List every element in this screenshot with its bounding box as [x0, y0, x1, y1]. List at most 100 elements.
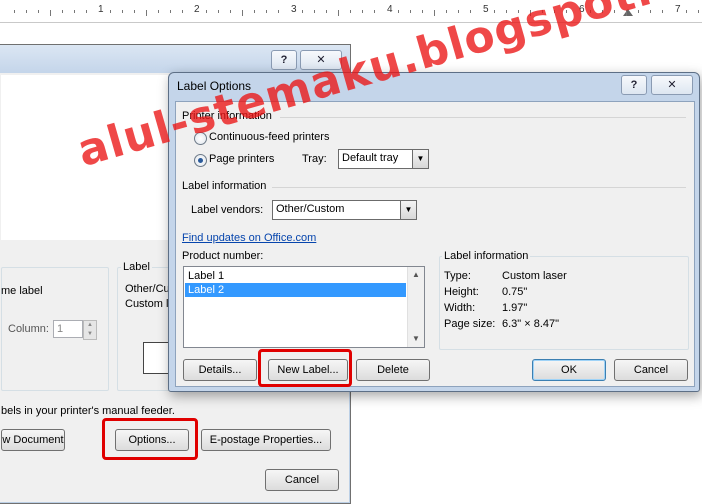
ruler-number: 3 — [291, 4, 297, 15]
ruler-tick — [374, 10, 375, 13]
continuous-feed-label[interactable]: Continuous-feed printers — [209, 131, 329, 143]
product-number-label: Product number: — [182, 250, 264, 262]
scroll-up-icon[interactable]: ▲ — [408, 267, 424, 283]
ruler-tick — [242, 10, 243, 16]
ruler-tick — [110, 10, 111, 13]
ruler-tick — [14, 10, 15, 13]
ruler-tick — [146, 10, 147, 16]
detail-value: Custom laser — [502, 270, 567, 282]
ruler-tick — [302, 10, 303, 13]
column-field[interactable]: 1 — [53, 320, 83, 338]
ok-button[interactable]: OK — [532, 359, 606, 381]
page-printers-label[interactable]: Page printers — [209, 153, 274, 165]
ruler-tick — [122, 10, 123, 13]
label-preview-image[interactable] — [143, 342, 169, 374]
divider — [272, 187, 686, 188]
ruler-number: 1 — [98, 4, 104, 15]
delete-button[interactable]: Delete — [356, 359, 430, 381]
list-item-selected[interactable]: Label 2 — [185, 283, 406, 297]
right-indent-marker-icon[interactable] — [623, 9, 633, 16]
dialog-title: Label Options — [177, 79, 252, 93]
chevron-down-icon[interactable]: ▼ — [400, 201, 416, 219]
label-details-heading: Label information — [442, 250, 531, 262]
ruler-tick — [158, 10, 159, 13]
list-item[interactable]: Label 1 — [185, 269, 406, 283]
ruler-tick — [62, 10, 63, 13]
ruler-tick — [254, 10, 255, 13]
dialog-titlebar — [0, 45, 350, 73]
ruler-tick — [506, 10, 507, 13]
ruler-tick — [218, 10, 219, 13]
ruler-tick — [614, 10, 615, 13]
ruler-tick — [542, 10, 543, 13]
ruler-tick — [74, 10, 75, 13]
horizontal-ruler[interactable]: 1 2 3 4 5 6 7 — [0, 0, 702, 23]
continuous-feed-radio[interactable] — [194, 132, 207, 145]
ruler-number: 2 — [194, 4, 200, 15]
label-information-heading: Label information — [182, 180, 267, 192]
ruler-tick — [182, 10, 183, 13]
detail-key: Type: — [444, 270, 471, 282]
printer-information-heading: Printer information — [182, 110, 272, 122]
detail-value: 6.3" × 8.47" — [502, 318, 560, 330]
ruler-tick — [470, 10, 471, 13]
ruler-tick — [590, 10, 591, 13]
tray-label: Tray: — [302, 153, 327, 165]
dialog-body: Printer information Continuous-feed prin… — [175, 101, 695, 387]
ruler-tick — [686, 10, 687, 13]
full-page-label-option[interactable]: me label — [1, 285, 43, 297]
ruler-tick — [494, 10, 495, 13]
product-number-list[interactable]: Label 1 Label 2 ▲ ▼ — [183, 266, 425, 348]
ruler-tick — [518, 10, 519, 13]
ruler-tick — [698, 10, 699, 13]
ruler-tick — [626, 10, 627, 16]
help-icon[interactable]: ? — [271, 50, 297, 70]
close-icon[interactable]: ✕ — [651, 75, 693, 95]
ruler-tick — [38, 10, 39, 13]
ruler-tick — [26, 10, 27, 13]
ruler-tick — [446, 10, 447, 13]
ruler-tick — [350, 10, 351, 13]
label-vendors-label: Label vendors: — [191, 204, 264, 216]
ruler-tick — [554, 10, 555, 13]
details-button[interactable]: Details... — [183, 359, 257, 381]
ruler-number: 5 — [483, 4, 489, 15]
label-vendors-value: Other/Custom — [276, 203, 345, 215]
ruler-tick — [314, 10, 315, 13]
ruler-tick — [458, 10, 459, 13]
ruler-tick — [134, 10, 135, 13]
new-document-button[interactable]: w Document — [1, 429, 65, 451]
ruler-tick — [278, 10, 279, 13]
cancel-button[interactable]: Cancel — [265, 469, 339, 491]
list-scrollbar[interactable]: ▲ ▼ — [407, 267, 424, 347]
ruler-number: 6 — [579, 4, 585, 15]
ruler-tick — [410, 10, 411, 13]
new-label-highlight-box — [258, 349, 352, 387]
ruler-number: 7 — [675, 4, 681, 15]
column-spinner[interactable]: ▲ ▼ — [83, 320, 97, 340]
label-options-dialog: Label Options ? ✕ Printer information Co… — [168, 72, 700, 392]
ruler-tick — [230, 10, 231, 13]
ruler-tick — [86, 10, 87, 13]
help-icon[interactable]: ? — [621, 75, 647, 95]
ruler-tick — [434, 10, 435, 16]
scroll-down-icon[interactable]: ▼ — [408, 331, 424, 347]
detail-key: Height: — [444, 286, 479, 298]
close-icon[interactable]: ✕ — [300, 50, 342, 70]
ruler-tick — [206, 10, 207, 13]
label-vendors-dropdown[interactable]: Other/Custom ▼ — [272, 200, 417, 220]
find-updates-link[interactable]: Find updates on Office.com — [182, 232, 316, 244]
ruler-tick — [602, 10, 603, 13]
epostage-properties-button[interactable]: E-postage Properties... — [201, 429, 331, 451]
cancel-button[interactable]: Cancel — [614, 359, 688, 381]
page-printers-radio[interactable] — [194, 154, 207, 167]
tray-value: Default tray — [342, 152, 399, 164]
divider — [280, 117, 686, 118]
ruler-tick — [398, 10, 399, 13]
ruler-tick — [326, 10, 327, 13]
tray-dropdown[interactable]: Default tray ▼ — [338, 149, 429, 169]
ruler-tick — [50, 10, 51, 16]
chevron-down-icon[interactable]: ▼ — [412, 150, 428, 168]
column-label: Column: — [8, 323, 49, 335]
ruler-tick — [362, 10, 363, 13]
